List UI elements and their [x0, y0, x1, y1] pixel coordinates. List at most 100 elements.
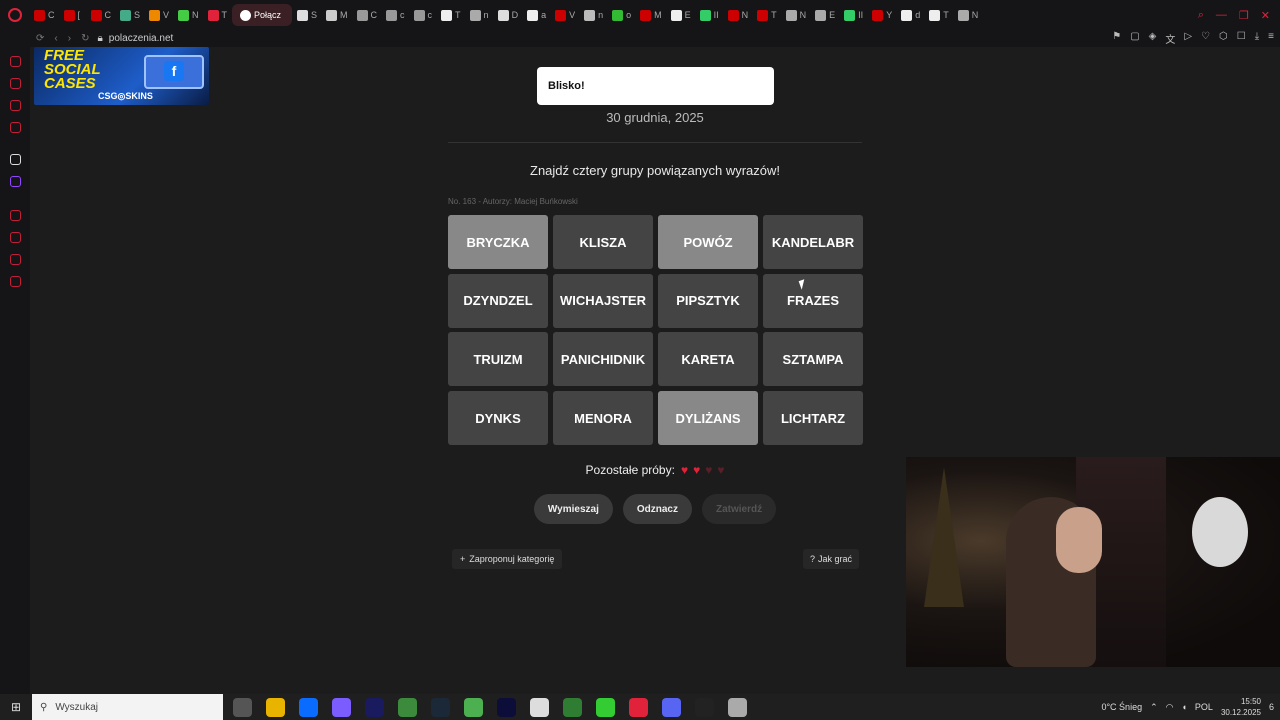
maximize-icon[interactable]: ❐: [1239, 9, 1249, 22]
taskbar-app-icon[interactable]: [464, 697, 483, 717]
word-tile[interactable]: KARETA: [658, 332, 758, 387]
heart-icon[interactable]: ♡: [1201, 31, 1210, 46]
taskbar-app-icon[interactable]: [266, 697, 285, 717]
sidebar-aria-icon[interactable]: [10, 56, 21, 67]
play-icon[interactable]: ▷: [1184, 31, 1192, 46]
search-tabs-icon[interactable]: ⌕: [1198, 9, 1204, 22]
wifi-icon[interactable]: ◠: [1166, 702, 1174, 713]
browser-tab[interactable]: M: [636, 4, 666, 26]
notification-badge[interactable]: 6: [1269, 702, 1274, 712]
browser-tab[interactable]: c: [410, 4, 437, 26]
sidebar-history-icon[interactable]: [10, 232, 21, 243]
taskbar-app-icon[interactable]: [431, 697, 450, 717]
browser-tab[interactable]: T: [753, 4, 781, 26]
browser-tab[interactable]: V: [145, 4, 173, 26]
close-window-icon[interactable]: ✕: [1261, 9, 1270, 22]
word-tile[interactable]: FRAZES: [763, 273, 863, 328]
shuffle-button[interactable]: Wymieszaj: [533, 494, 613, 524]
submit-button[interactable]: Zatwierdź: [701, 494, 777, 524]
browser-tab[interactable]: o: [608, 4, 635, 26]
reload-sidebar-icon[interactable]: ⟳: [36, 33, 44, 44]
browser-tab[interactable]: c: [382, 4, 409, 26]
menu-icon[interactable]: ≡: [1268, 31, 1274, 46]
chevron-up-icon[interactable]: ⌃: [1150, 702, 1158, 713]
word-tile[interactable]: DZYNDZEL: [448, 273, 548, 328]
reload-icon[interactable]: ↻: [81, 33, 89, 44]
browser-tab[interactable]: E: [811, 4, 839, 26]
taskbar-app-icon[interactable]: [365, 697, 384, 717]
word-tile[interactable]: KLISZA: [553, 215, 653, 269]
wallet-icon[interactable]: ☐: [1237, 31, 1246, 46]
browser-tab[interactable]: N: [724, 4, 753, 26]
sidebar-shop-icon[interactable]: [10, 78, 21, 89]
browser-tab[interactable]: N: [174, 4, 203, 26]
adblock-icon[interactable]: ◈: [1149, 31, 1157, 46]
taskbar-app-icon[interactable]: [398, 697, 417, 717]
extensions-icon[interactable]: ⬡: [1219, 31, 1228, 46]
browser-tab[interactable]: C: [30, 4, 59, 26]
sidebar-messenger-icon[interactable]: [10, 100, 21, 111]
taskbar-app-icon[interactable]: [695, 697, 714, 717]
snapshot-icon[interactable]: ▢: [1130, 31, 1139, 46]
word-tile[interactable]: DYLIŻANS: [658, 391, 758, 446]
browser-tab[interactable]: d: [897, 4, 924, 26]
browser-tab[interactable]: n: [466, 4, 493, 26]
taskbar-app-icon[interactable]: [530, 697, 549, 717]
sidebar-extensions-icon[interactable]: [10, 254, 21, 265]
word-tile[interactable]: MENORA: [553, 391, 653, 446]
browser-tab[interactable]: N: [782, 4, 811, 26]
browser-tab[interactable]: T: [204, 4, 232, 26]
word-tile[interactable]: TRUIZM: [448, 332, 548, 387]
clock[interactable]: 15:50 30.12.2025: [1221, 696, 1261, 718]
browser-tab[interactable]: S: [116, 4, 144, 26]
browser-tab[interactable]: II: [840, 4, 867, 26]
windows-start-icon[interactable]: ⊞: [0, 700, 32, 714]
taskbar-app-icon[interactable]: [299, 697, 318, 717]
url-text[interactable]: polaczenia.net: [109, 33, 174, 44]
suggest-category-button[interactable]: + Zaproponuj kategorię: [452, 549, 563, 569]
taskbar-app-icon[interactable]: [629, 697, 648, 717]
browser-tab[interactable]: D: [494, 4, 523, 26]
word-tile[interactable]: DYNKS: [448, 391, 548, 446]
browser-tab[interactable]: N: [954, 4, 983, 26]
browser-tab[interactable]: II: [696, 4, 723, 26]
browser-tab[interactable]: S: [293, 4, 321, 26]
browser-tab[interactable]: E: [667, 4, 695, 26]
taskbar-app-icon[interactable]: [563, 697, 582, 717]
translate-icon[interactable]: 文: [1165, 31, 1175, 46]
word-tile[interactable]: SZTAMPA: [763, 332, 863, 387]
minimize-icon[interactable]: —: [1216, 9, 1227, 22]
volume-icon[interactable]: ◖: [1181, 702, 1186, 712]
pin-icon[interactable]: ⚑: [1112, 31, 1121, 46]
forward-icon[interactable]: ›: [68, 33, 71, 44]
taskbar-app-icon[interactable]: [233, 697, 252, 717]
word-tile[interactable]: LICHTARZ: [763, 391, 863, 446]
word-tile[interactable]: WICHAJSTER: [553, 273, 653, 328]
browser-tab[interactable]: n: [580, 4, 607, 26]
opera-menu-icon[interactable]: [0, 0, 30, 30]
browser-tab[interactable]: T: [437, 4, 465, 26]
sidebar-app-icon[interactable]: [10, 154, 21, 165]
taskbar-app-icon[interactable]: [662, 697, 681, 717]
word-tile[interactable]: KANDELABR: [763, 215, 863, 269]
language[interactable]: POL: [1195, 702, 1213, 712]
weather[interactable]: 0°C Śnieg: [1101, 702, 1142, 712]
browser-tab[interactable]: Y: [868, 4, 896, 26]
back-icon[interactable]: ‹: [54, 33, 57, 44]
taskbar-app-icon[interactable]: [728, 697, 747, 717]
browser-tab[interactable]: [: [60, 4, 86, 26]
deselect-button[interactable]: Odznacz: [622, 494, 692, 524]
taskbar-search[interactable]: ⚲ Wyszukaj: [32, 694, 223, 720]
active-tab[interactable]: Połącz: [232, 4, 293, 26]
browser-tab[interactable]: T: [925, 4, 953, 26]
sidebar-mail-icon[interactable]: [10, 122, 21, 133]
word-tile[interactable]: BRYCZKA: [448, 215, 548, 269]
download-icon[interactable]: ⤓: [1255, 31, 1259, 46]
word-tile[interactable]: PANICHIDNIK: [553, 332, 653, 387]
ad-banner[interactable]: FREE SOCIAL CASES f CSG◎SKINS: [34, 47, 209, 105]
how-to-play-button[interactable]: ? Jak grać: [803, 549, 860, 569]
browser-tab[interactable]: M: [322, 4, 352, 26]
taskbar-app-icon[interactable]: [332, 697, 351, 717]
word-tile[interactable]: PIPSZTYK: [658, 273, 758, 328]
browser-tab[interactable]: C: [353, 4, 382, 26]
